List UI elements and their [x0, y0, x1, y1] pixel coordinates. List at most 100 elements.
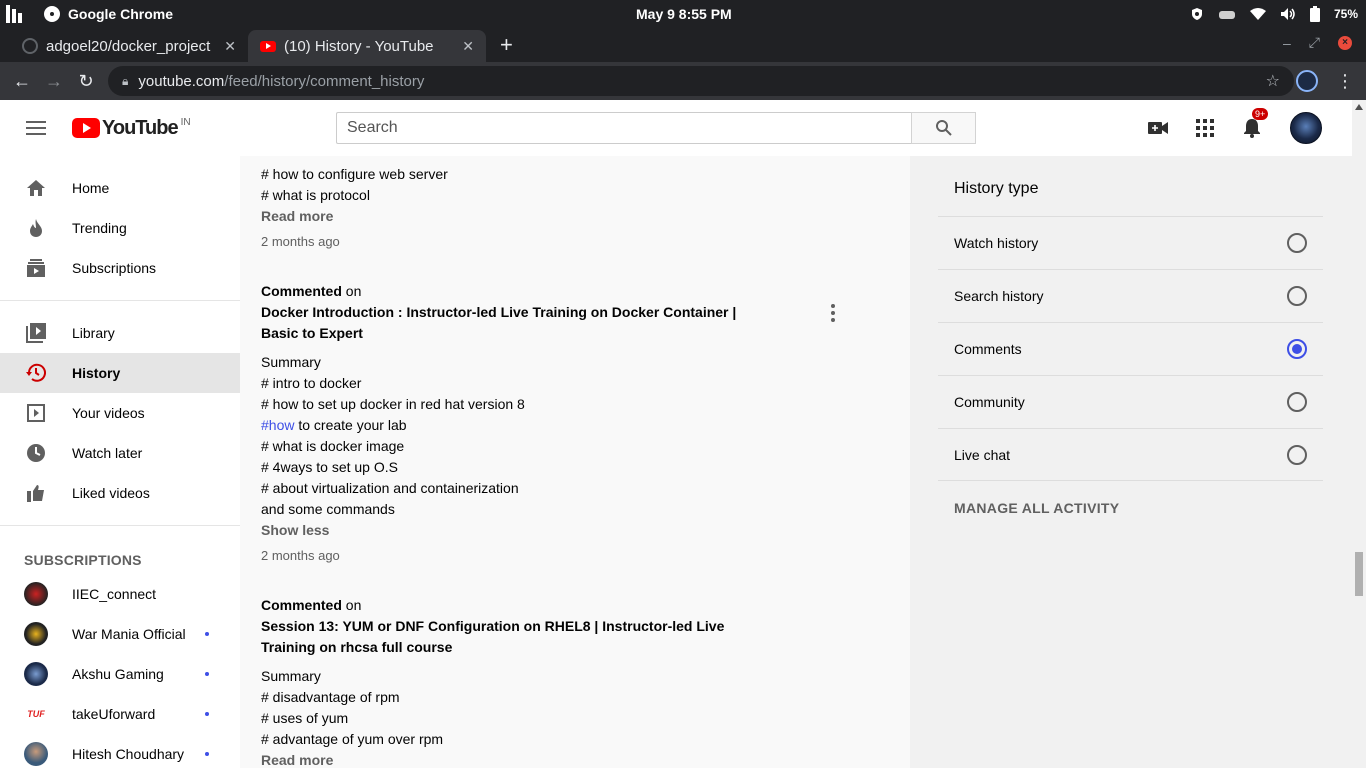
close-tab-icon[interactable]: ✕	[224, 38, 236, 55]
tab-github[interactable]: adgoel20/docker_project ✕	[10, 30, 248, 62]
new-content-dot	[205, 672, 209, 676]
read-more-button[interactable]: Read more	[261, 206, 821, 227]
channel-avatar	[24, 742, 48, 766]
scroll-up-arrow-icon[interactable]	[1355, 104, 1363, 110]
history-icon	[24, 361, 48, 385]
active-app-name: Google Chrome	[68, 6, 174, 22]
notifications-button[interactable]: 9+	[1242, 108, 1269, 138]
new-tab-button[interactable]: +	[500, 32, 513, 58]
sidebar-item-watch-later[interactable]: Watch later	[0, 433, 240, 473]
search-input[interactable]: Search	[336, 112, 912, 144]
sidebar-item-liked-videos[interactable]: Liked videos	[0, 473, 240, 513]
video-title-link[interactable]: Docker Introduction : Instructor-led Liv…	[261, 302, 771, 344]
profile-avatar[interactable]	[1296, 70, 1318, 92]
commented-label: Commented	[261, 597, 342, 613]
channel-avatar	[24, 662, 48, 686]
sidebar-item-home[interactable]: Home	[0, 168, 240, 208]
channel-avatar	[24, 582, 48, 606]
subscription-iiec-connect[interactable]: IIEC_connect	[0, 574, 240, 614]
browser-toolbar: ← → ↻ 🔒︎ youtube.com/feed/history/commen…	[0, 62, 1366, 100]
manage-all-activity-link[interactable]: MANAGE ALL ACTIVITY	[954, 500, 1119, 516]
radio-button[interactable]	[1287, 286, 1307, 306]
account-avatar[interactable]	[1290, 112, 1322, 144]
subscription-war-mania[interactable]: War Mania Official	[0, 614, 240, 654]
guide-sidebar: Home Trending Subscriptions Library Hist…	[0, 156, 240, 768]
close-tab-icon[interactable]: ✕	[462, 38, 474, 55]
sidebar-item-label: History	[72, 365, 121, 381]
comment-header: Commented on	[261, 595, 821, 616]
history-type-comments[interactable]: Comments	[938, 322, 1323, 375]
drive-icon[interactable]	[1218, 7, 1236, 21]
sidebar-item-subscriptions[interactable]: Subscriptions	[0, 248, 240, 288]
radio-button[interactable]	[1287, 444, 1307, 465]
comment-line: # uses of yum	[261, 710, 349, 726]
kebab-menu-icon[interactable]: ⋮	[1336, 71, 1354, 92]
youtube-logo[interactable]: YouTube IN	[72, 117, 191, 140]
history-type-search[interactable]: Search history	[938, 269, 1323, 322]
forward-arrow-icon[interactable]: →	[38, 71, 70, 92]
history-type-label: Watch history	[954, 235, 1039, 251]
bell-icon	[1244, 119, 1260, 138]
tab-youtube-history[interactable]: (10) History - YouTube ✕	[248, 30, 486, 62]
divider	[0, 525, 240, 526]
sidebar-item-label: Liked videos	[72, 485, 150, 501]
comment-line: # 4ways to set up O.S	[261, 459, 398, 475]
video-title-link[interactable]: Session 13: YUM or DNF Configuration on …	[261, 616, 771, 658]
new-content-dot	[205, 752, 209, 756]
subscription-label: War Mania Official	[72, 626, 186, 642]
search-icon	[935, 120, 952, 136]
apps-grid-icon[interactable]	[1196, 119, 1214, 137]
radio-button-selected[interactable]	[1287, 339, 1307, 359]
comment-actions-icon[interactable]	[831, 304, 835, 322]
lock-icon[interactable]: 🔒︎	[122, 74, 128, 89]
back-arrow-icon[interactable]: ←	[6, 71, 38, 92]
sidebar-item-library[interactable]: Library	[0, 313, 240, 353]
comment-line: Summary	[261, 354, 321, 370]
bookmark-star-icon[interactable]: ☆	[1266, 71, 1280, 91]
subscription-label: Hitesh Choudhary	[72, 746, 185, 762]
search-button[interactable]	[911, 112, 976, 144]
hashtag-link[interactable]: #how	[261, 417, 294, 433]
radio-button[interactable]	[1287, 233, 1307, 253]
your-videos-icon	[24, 401, 48, 425]
youtube-masthead: YouTube IN Search 9+	[0, 100, 1352, 156]
history-type-watch[interactable]: Watch history	[938, 216, 1323, 269]
page-scrollbar[interactable]	[1352, 100, 1366, 768]
battery-icon[interactable]	[1309, 6, 1320, 22]
comment-line: # about virtualization and containerizat…	[261, 480, 519, 496]
clock[interactable]: May 9 8:55 PM	[636, 6, 732, 22]
create-video-icon[interactable]	[1148, 121, 1168, 135]
subscription-hitesh-choudhary[interactable]: Hitesh Choudhary	[0, 734, 240, 768]
radio-button[interactable]	[1287, 392, 1307, 412]
reload-icon[interactable]: ↻	[70, 71, 102, 92]
youtube-favicon-icon	[260, 40, 276, 52]
show-less-button[interactable]: Show less	[261, 520, 821, 541]
volume-icon[interactable]	[1280, 7, 1296, 21]
scrollbar-thumb[interactable]	[1355, 552, 1363, 596]
sidebar-item-trending[interactable]: Trending	[0, 208, 240, 248]
subscription-label: Akshu Gaming	[72, 666, 164, 682]
notification-badge: 9+	[1252, 108, 1269, 120]
minimize-icon[interactable]: –	[1283, 35, 1291, 51]
sidebar-item-label: Your videos	[72, 405, 145, 421]
history-type-live-chat[interactable]: Live chat	[938, 428, 1323, 481]
history-type-community[interactable]: Community	[938, 375, 1323, 428]
close-window-icon[interactable]: ×	[1338, 35, 1352, 50]
maximize-icon[interactable]: ⤢	[1309, 34, 1320, 51]
comment-timestamp: 2 months ago	[261, 234, 340, 249]
window-controls: – ⤢ ×	[1283, 34, 1352, 51]
wifi-icon[interactable]	[1249, 7, 1266, 21]
sidebar-item-label: Trending	[72, 220, 127, 236]
read-more-button[interactable]: Read more	[261, 750, 821, 768]
address-bar[interactable]: 🔒︎ youtube.com/feed/history/comment_hist…	[108, 66, 1294, 96]
subscription-akshu-gaming[interactable]: Akshu Gaming	[0, 654, 240, 694]
manjaro-logo-icon[interactable]	[6, 5, 24, 23]
hamburger-menu-icon[interactable]	[26, 121, 46, 135]
sidebar-item-label: Watch later	[72, 445, 143, 461]
github-icon	[22, 38, 38, 54]
shield-icon[interactable]	[1190, 7, 1204, 21]
sidebar-item-your-videos[interactable]: Your videos	[0, 393, 240, 433]
comment-line: # how to set up docker in red hat versio…	[261, 396, 525, 412]
sidebar-item-history[interactable]: History	[0, 353, 240, 393]
subscription-takeuforward[interactable]: TUF takeUforward	[0, 694, 240, 734]
